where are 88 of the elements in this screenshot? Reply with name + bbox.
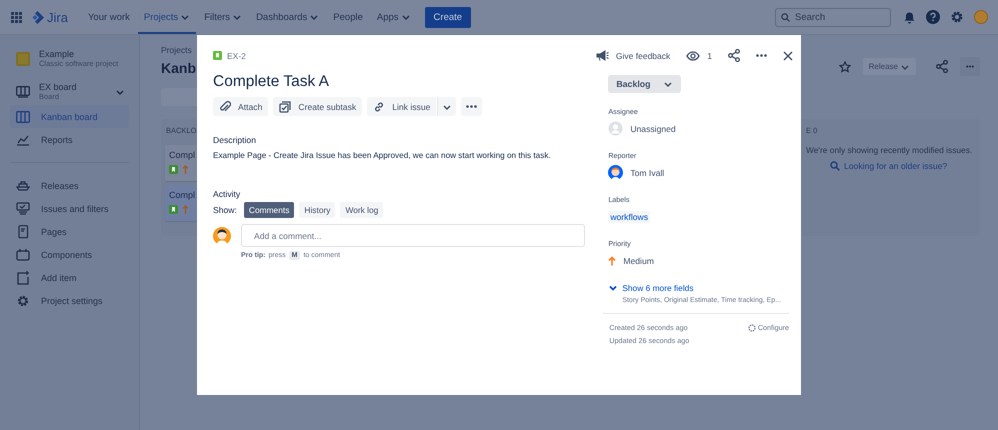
create-button[interactable]: Create: [424, 6, 472, 28]
card-title: Compl: [169, 150, 196, 160]
arrow-up-icon: [182, 205, 189, 214]
board-icon: [16, 86, 30, 98]
nav-menu-item[interactable]: Dashboards: [250, 0, 326, 34]
activity-tab[interactable]: Comments: [244, 202, 294, 218]
chevron-down-icon: [608, 284, 618, 292]
section-heading: Description: [213, 135, 257, 145]
nav-menu-item[interactable]: Apps: [370, 0, 417, 34]
project-name: Example: [39, 49, 76, 59]
dropdown-button[interactable]: [437, 97, 456, 116]
app-grid-icon[interactable]: [11, 12, 22, 22]
columns-icon: [16, 110, 30, 122]
issue-key-link[interactable]: EX-2: [213, 50, 246, 60]
user-placeholder-icon: [608, 121, 624, 136]
priority-arrow-icon: [608, 256, 616, 266]
empty-message: We're only showing recently modified issues.: [806, 145, 974, 155]
story-icon: [213, 51, 222, 60]
nav-menu-item[interactable]: Filters: [198, 0, 248, 34]
description-text: Example Page - Create Jira Issue has been Approved, we can now start working on this task.: [213, 151, 552, 160]
watch-button[interactable]: 1: [686, 50, 712, 60]
link-icon: [373, 100, 386, 112]
sidebar-item[interactable]: Pages: [10, 220, 129, 243]
sidebar-item[interactable]: Kanban board: [10, 105, 129, 128]
ship-icon: [16, 178, 30, 192]
sidebar-item[interactable]: Reports: [10, 128, 129, 151]
field-value: Medium: [623, 256, 654, 266]
board-title: Kanb: [161, 60, 196, 76]
paperclip-icon: [219, 100, 231, 112]
notification-bell-icon[interactable]: [903, 10, 916, 24]
chevron-down-icon: [115, 88, 125, 96]
activity-tab[interactable]: History: [299, 202, 336, 218]
subtask-icon: [279, 100, 292, 112]
star-icon[interactable]: [838, 60, 851, 72]
sidebar-item[interactable]: Issues and filters: [10, 197, 129, 220]
user-avatar-icon: [213, 226, 231, 244]
calendar-icon: [16, 248, 30, 262]
label-tag[interactable]: workflows: [608, 210, 650, 222]
more-actions-button[interactable]: [461, 97, 482, 116]
megaphone-icon: [596, 50, 609, 61]
show-more-fields-link[interactable]: Show 6 more fields: [608, 283, 789, 293]
help-icon[interactable]: [926, 10, 940, 24]
chevron-down-icon: [442, 102, 452, 110]
show-label: Show:: [213, 205, 237, 215]
monitor-icon: [16, 202, 30, 216]
sidebar-item[interactable]: Components: [10, 243, 129, 266]
chevron-down-icon: [662, 80, 673, 88]
jira-logo-icon[interactable]: [31, 10, 44, 24]
comment-input[interactable]: Add a comment...: [241, 224, 586, 247]
older-issue-link[interactable]: Looking for an older issue?: [830, 161, 976, 171]
field-value: Unassigned: [630, 124, 676, 134]
issue-title: Complete Task A: [213, 73, 330, 91]
section-heading: Activity: [213, 189, 242, 199]
story-icon: [169, 205, 178, 214]
field-value: Tom Ivall: [630, 168, 664, 178]
jira-wordmark: Jira: [47, 10, 68, 24]
arrow-up-icon: [182, 165, 189, 174]
card-title: Compl: [169, 190, 196, 200]
eye-icon: [686, 50, 700, 60]
page-icon: [16, 224, 30, 238]
sidebar-item[interactable]: Add item: [10, 266, 129, 289]
more-icon: [966, 65, 974, 68]
share-icon[interactable]: [936, 60, 948, 73]
close-icon[interactable]: [783, 50, 793, 60]
share-icon[interactable]: [728, 49, 740, 62]
user-avatar-icon: [608, 165, 624, 180]
activity-tab[interactable]: Work log: [340, 202, 384, 218]
nav-menu-item[interactable]: Your work: [82, 0, 136, 34]
nav-menu-item[interactable]: Projects: [138, 0, 196, 34]
sidebar-item[interactable]: Releases: [10, 174, 129, 197]
give-feedback-button[interactable]: Give feedback: [596, 50, 670, 61]
settings-icon[interactable]: [950, 10, 964, 24]
toolbar-button[interactable]: Link issue: [367, 97, 436, 116]
search-field[interactable]: Search: [775, 8, 891, 26]
add-page-icon: [16, 270, 30, 284]
status-dropdown[interactable]: Backlog: [608, 75, 681, 93]
more-icon: [466, 105, 478, 108]
breadcrumb-link[interactable]: Projects: [161, 45, 192, 55]
search-icon: [830, 161, 840, 171]
more-icon[interactable]: [756, 54, 767, 57]
story-icon: [169, 165, 178, 174]
toolbar-button[interactable]: Create subtask: [273, 97, 362, 116]
toolbar-button[interactable]: Attach: [213, 97, 268, 116]
sidebar-item[interactable]: Project settings: [10, 289, 129, 312]
chevron-down-icon: [900, 62, 910, 70]
nav-menu-item[interactable]: People: [327, 0, 369, 34]
chart-line-icon: [16, 134, 30, 146]
project-icon: [16, 52, 30, 66]
